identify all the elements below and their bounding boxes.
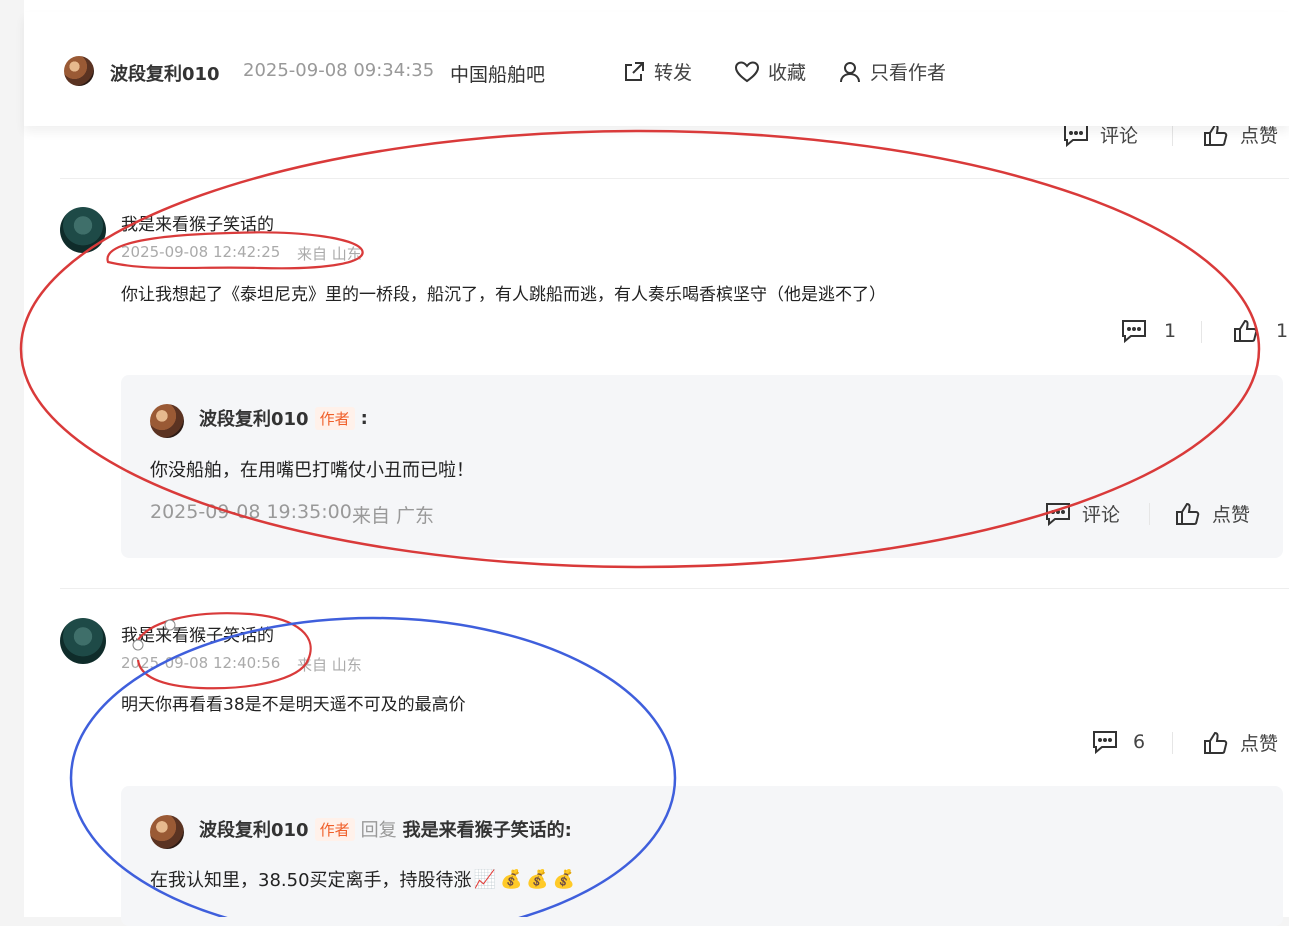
reply-to-name[interactable]: 我是来看猴子笑话的:	[403, 816, 572, 842]
action-divider	[1172, 124, 1173, 146]
share-label: 转发	[654, 62, 693, 84]
reply-time: 2025-09-08 19:35:00	[150, 501, 352, 523]
like-label: 点赞	[1240, 733, 1279, 755]
money-emojis: 📈💰💰💰	[473, 868, 580, 890]
commenter-name[interactable]: 我是来看猴子笑话的	[121, 210, 274, 235]
post-datetime: 2025-09-08 09:34:35	[243, 60, 435, 81]
heart-icon	[734, 60, 760, 82]
person-icon	[840, 61, 860, 82]
commenter-avatar[interactable]	[60, 618, 106, 664]
thumbs-up-icon	[1176, 502, 1200, 525]
comment-icon	[1046, 502, 1070, 526]
comment-location: 来自 山东	[297, 245, 362, 263]
reply-word: 回复	[360, 820, 397, 841]
action-divider	[1172, 732, 1173, 754]
reply-colon: :	[360, 407, 368, 429]
thumbs-up-icon	[1234, 319, 1258, 342]
commenter-name[interactable]: 我是来看猴子笑话的	[121, 621, 274, 646]
comment-reply-button[interactable]: 6	[1091, 729, 1145, 755]
comment-time: 2025-09-08 12:40:56	[121, 654, 281, 672]
action-divider	[1149, 503, 1150, 525]
reply-header: 波段复利010 作者 回复 我是来看猴子笑话的:	[199, 816, 572, 842]
reply-author-name[interactable]: 波段复利010	[199, 405, 309, 431]
share-button[interactable]: 转发	[622, 58, 692, 85]
comment-location: 来自 山东	[297, 656, 362, 674]
reply-comment-button[interactable]: 评论	[1044, 500, 1120, 527]
action-divider	[1201, 321, 1202, 343]
author-tag: 作者	[314, 406, 355, 430]
comment-count: 6	[1133, 731, 1146, 753]
reply-comment-label: 评论	[1082, 504, 1121, 526]
comment-content: 你让我想起了《泰坦尼克》里的一桥段，船沉了，有人跳船而逃，有人奏乐喝香槟坚守（他…	[121, 285, 886, 305]
row-separator	[60, 588, 1289, 589]
post-header-bar: 波段复利010 2025-09-08 09:34:35 中国船舶吧 转发 收藏 …	[24, 12, 1289, 126]
collect-label: 收藏	[768, 62, 807, 84]
comment-icon	[1122, 320, 1146, 344]
like-count: 1	[1276, 320, 1289, 342]
commenter-avatar[interactable]	[60, 207, 106, 253]
reply-author-avatar[interactable]	[150, 815, 184, 849]
comment-icon	[1093, 731, 1117, 755]
share-icon	[625, 61, 644, 81]
forum-link[interactable]: 中国船舶吧	[450, 60, 545, 87]
only-author-label: 只看作者	[870, 62, 947, 84]
comment-like-button[interactable]: 点赞	[1202, 729, 1278, 756]
reply-author-name[interactable]: 波段复利010	[199, 816, 309, 842]
collect-button[interactable]: 收藏	[734, 58, 806, 85]
reply-content: 你没船舶，在用嘴巴打嘴仗小丑而已啦！	[150, 460, 474, 481]
reply-content: 在我认知里，38.50买定离手，持股待涨	[150, 870, 472, 891]
reply-author-avatar[interactable]	[150, 404, 184, 438]
row-separator	[60, 178, 1289, 179]
comment-time: 2025-09-08 12:42:25	[121, 243, 281, 261]
author-tag: 作者	[314, 817, 355, 841]
reply-location: 来自 广东	[352, 505, 435, 527]
reply-like-button[interactable]: 点赞	[1174, 500, 1250, 527]
comment-like-button[interactable]: 1	[1232, 318, 1288, 344]
reply-content-line: 在我认知里，38.50买定离手，持股待涨 📈💰💰💰	[150, 866, 579, 892]
author-avatar[interactable]	[64, 56, 94, 86]
author-name[interactable]: 波段复利010	[110, 60, 220, 86]
reply-like-label: 点赞	[1212, 504, 1251, 526]
comment-count: 1	[1164, 320, 1177, 342]
thumbs-up-icon	[1204, 731, 1228, 754]
comment-content: 明天你再看看38是不是明天遥不可及的最高价	[121, 695, 466, 715]
reply-header: 波段复利010 作者 :	[199, 405, 368, 431]
comment-reply-button[interactable]: 1	[1120, 318, 1176, 344]
reply-box	[121, 786, 1283, 926]
only-author-button[interactable]: 只看作者	[838, 58, 946, 85]
